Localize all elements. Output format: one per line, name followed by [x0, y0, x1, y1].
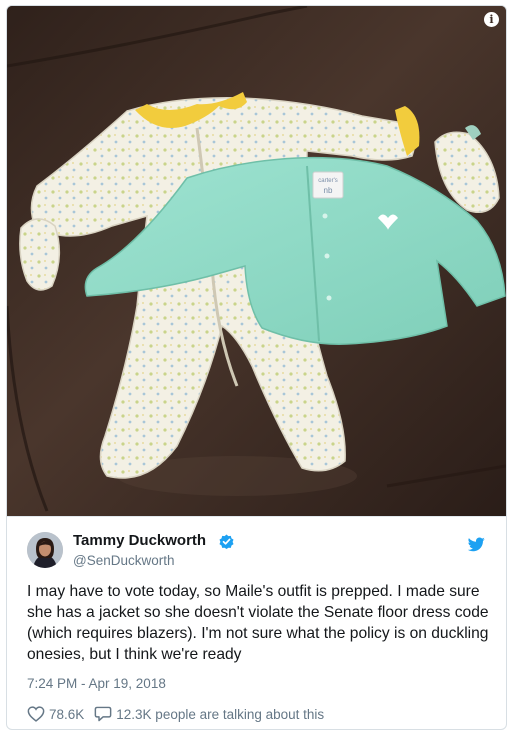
talking-about-text: 12.3K people are talking about this	[116, 706, 325, 722]
tweet-photo[interactable]: carter's nb i	[7, 6, 506, 516]
avatar[interactable]	[27, 532, 63, 568]
like-button[interactable]: 78.6K	[27, 706, 84, 722]
embedded-tweet-card: carter's nb i Tammy Duckworth @SenDuckwo…	[6, 5, 507, 730]
verified-badge-icon	[219, 534, 234, 549]
tweet-actions: 78.6K 12.3K people are talking about thi…	[27, 705, 324, 723]
reply-button[interactable]: 12.3K people are talking about this	[94, 706, 324, 722]
comment-bubble-icon	[94, 706, 112, 722]
baby-clothes-photo: carter's nb	[7, 6, 506, 516]
tweet-text: I may have to vote today, so Maile's out…	[27, 583, 489, 663]
tweet-body: Tammy Duckworth @SenDuckworth I may have…	[7, 516, 506, 729]
heart-icon	[27, 706, 45, 722]
author-name[interactable]: Tammy Duckworth	[73, 532, 206, 549]
tweet-timestamp[interactable]: 7:24 PM - Apr 19, 2018	[27, 676, 166, 691]
avatar-portrait-icon	[27, 532, 63, 568]
twitter-bird-icon[interactable]	[468, 537, 485, 552]
like-count: 78.6K	[49, 706, 85, 722]
size-tag-size: nb	[324, 186, 333, 195]
author-handle[interactable]: @SenDuckworth	[73, 553, 175, 568]
info-icon[interactable]: i	[484, 12, 499, 27]
size-tag-brand: carter's	[318, 178, 337, 184]
